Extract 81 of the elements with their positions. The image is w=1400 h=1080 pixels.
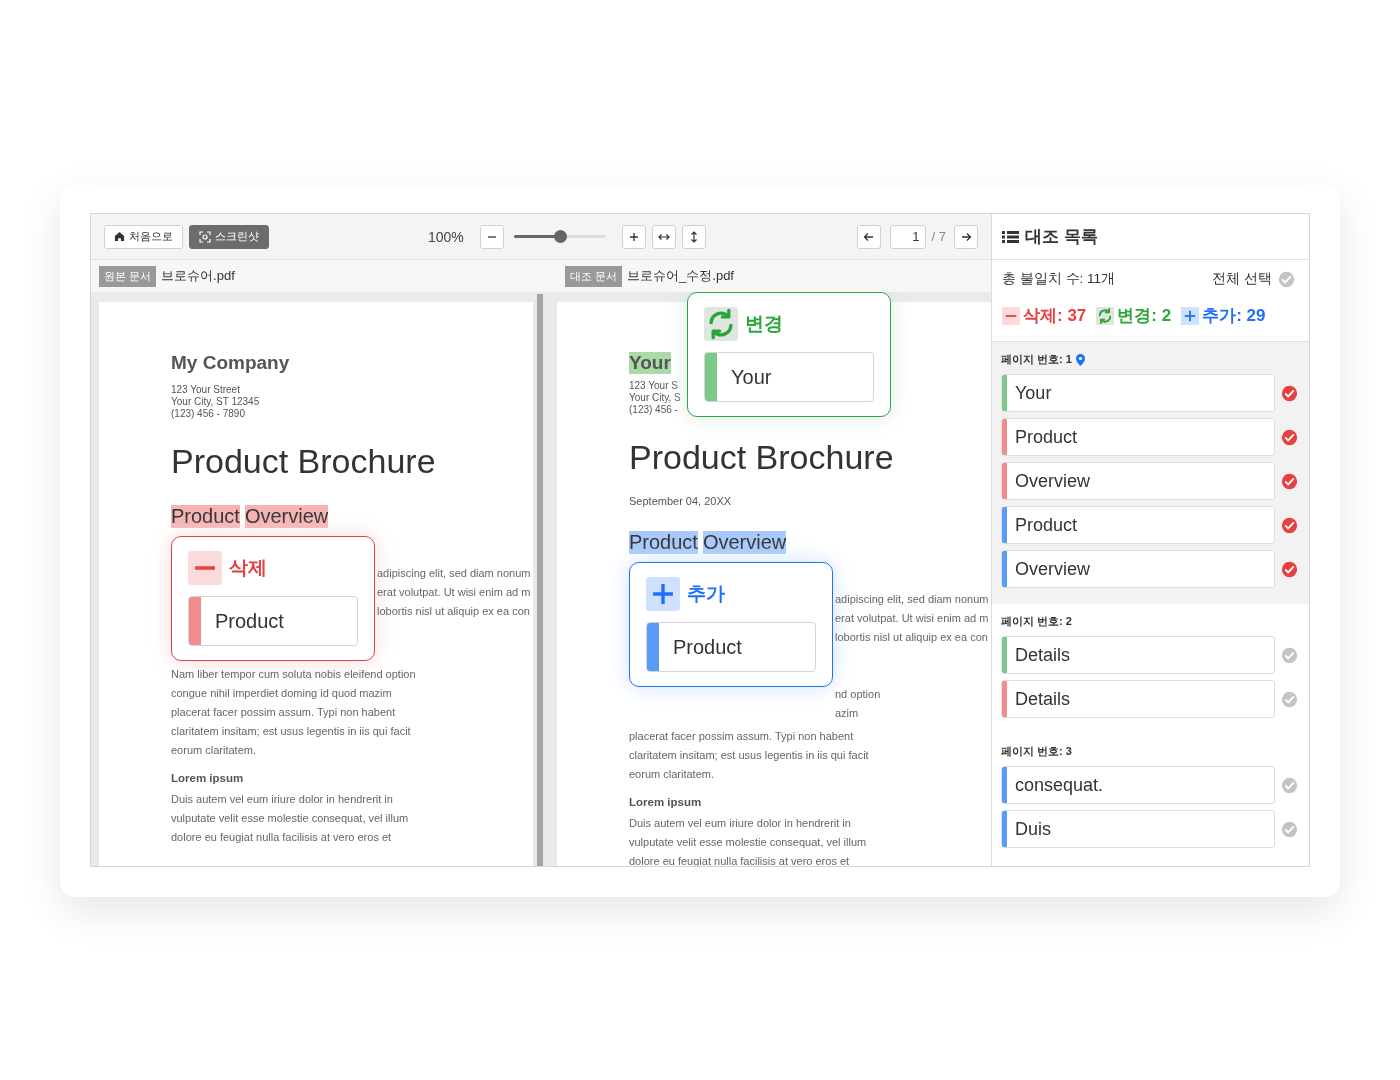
zoom-slider[interactable] <box>513 230 606 243</box>
page-number-field[interactable]: 1 <box>889 224 926 249</box>
popup-label: 변경 <box>745 312 783 336</box>
fit-height-button[interactable] <box>681 224 706 249</box>
check-icon[interactable] <box>1281 472 1298 490</box>
check-icon[interactable] <box>1281 516 1298 534</box>
highlighted-word: Product <box>629 531 698 554</box>
paragraph-text: adipiscing elit, sed diam nonum erat volutpat. Ut wisi enim ad m lobortis nisl ut aliquip ex ea con <box>377 566 531 619</box>
previous-page-button[interactable] <box>856 224 881 249</box>
next-page-button[interactable] <box>954 224 978 249</box>
paragraph-text: Nam liber tempor cum soluta nobis eleifend option congue nihil imperdiet doming id quod mazim placerat facer possim assum. Typi non habent claritatem insitam; est usus legentis in iis qui facit eorum claritatem. <box>171 667 417 758</box>
document-title: Product Brochure <box>171 442 437 481</box>
change-item[interactable]: Product <box>1001 506 1275 544</box>
fit-width-button[interactable] <box>651 224 676 249</box>
highlighted-word: Your <box>629 352 671 374</box>
horizontal-arrows-icon <box>657 231 670 242</box>
section-heading: Lorem ipsum <box>171 772 245 784</box>
change-item[interactable]: consequat. <box>1001 766 1275 804</box>
page-group[interactable]: 페이지 번호: 1 Your Product Overview Product Overview <box>992 342 1309 604</box>
zoom-in-button[interactable] <box>621 224 646 249</box>
left-arrow-icon <box>863 231 875 242</box>
change-item[interactable]: Overview <box>1001 462 1275 500</box>
change-item[interactable]: Your <box>1001 374 1275 412</box>
list-icon <box>1002 229 1019 244</box>
change-item[interactable]: Details <box>1001 636 1275 674</box>
right-arrow-icon <box>960 231 972 242</box>
popup-label: 삭제 <box>229 556 267 580</box>
zoom-level: 100% <box>428 228 464 245</box>
refresh-icon <box>704 307 738 341</box>
file-name: 브로슈어.pdf <box>161 267 235 285</box>
total-count: 총 불일치 수: 11개 <box>1002 270 1116 288</box>
check-icon[interactable] <box>1281 646 1298 664</box>
paragraph-text: nd option azim <box>835 687 882 721</box>
section-heading: Lorem ipsum <box>629 796 703 808</box>
document-tag: 대조 문서 <box>565 265 623 287</box>
check-icon[interactable] <box>1281 776 1298 794</box>
select-all-button[interactable]: 전체 선택 <box>1212 270 1295 288</box>
page-total: / 7 <box>931 229 946 244</box>
page-group[interactable]: 페이지 번호: 2 Details Details <box>992 604 1309 734</box>
page-label: 페이지 번호: 3 <box>1001 744 1072 759</box>
location-pin-icon <box>1075 353 1085 366</box>
check-icon[interactable] <box>1281 820 1298 838</box>
address-text: 123 Your S Your City, S (123) 456 - <box>629 380 682 416</box>
scrollbar[interactable] <box>537 294 543 866</box>
paragraph-text: placerat facer possim assum. Typi non habent claritatem insitam; est usus legentis in iis qui facit eorum claritatem. <box>629 729 870 782</box>
paragraph-text: adipiscing elit, sed diam nonum erat volutpat. Ut wisi enim ad m lobortis nisl ut aliquip ex ea con <box>835 592 989 645</box>
file-name: 브로슈어_수정.pdf <box>627 267 734 285</box>
minus-icon <box>188 551 222 585</box>
page-group[interactable]: 페이지 번호: 3 consequat. Duis <box>992 734 1309 864</box>
check-icon[interactable] <box>1281 690 1298 708</box>
change-item[interactable]: Product <box>1001 418 1275 456</box>
address-text: 123 Your Street Your City, ST 12345 (123) 456 - 7890 <box>171 384 261 420</box>
page-label: 페이지 번호: 2 <box>1001 614 1072 629</box>
screenshot-icon <box>199 230 211 243</box>
plus-icon <box>646 577 680 611</box>
highlighted-word: Overview <box>702 531 787 554</box>
zoom-out-button[interactable] <box>479 224 504 249</box>
document-tag: 원본 문서 <box>99 265 157 287</box>
date-text: September 04, 20XX <box>629 495 733 507</box>
change-count: 추가: 29 <box>1202 305 1266 327</box>
page-label: 페이지 번호: 1 <box>1001 352 1072 367</box>
paragraph-text: Duis autem vel eum iriure dolor in hendrerit in vulputate velit esse molestie consequat, vel illum dolore eu feugiat nulla facilisis at vero eros et <box>171 792 410 845</box>
highlighted-word: Overview <box>244 505 329 528</box>
sidebar-title: 대조 목록 <box>1025 226 1098 248</box>
home-icon <box>114 231 125 242</box>
change-item[interactable]: Overview <box>1001 550 1275 588</box>
company-name: My Company <box>171 352 291 374</box>
change-count: 변경: 2 <box>1117 305 1172 327</box>
check-icon[interactable] <box>1281 428 1298 446</box>
change-item[interactable]: Duis <box>1001 810 1275 848</box>
vertical-arrows-icon <box>688 230 699 243</box>
change-item[interactable]: Details <box>1001 680 1275 718</box>
check-icon[interactable] <box>1281 560 1298 578</box>
document-title: Product Brochure <box>629 438 895 477</box>
home-button[interactable]: 처음으로 <box>104 224 183 249</box>
screenshot-button[interactable]: 스크린샷 <box>189 224 269 249</box>
change-count: 삭제: 37 <box>1023 305 1087 327</box>
highlighted-word: Product <box>171 505 240 528</box>
check-icon[interactable] <box>1281 384 1298 402</box>
plus-icon <box>628 231 639 242</box>
popup-label: 추가 <box>687 582 725 606</box>
